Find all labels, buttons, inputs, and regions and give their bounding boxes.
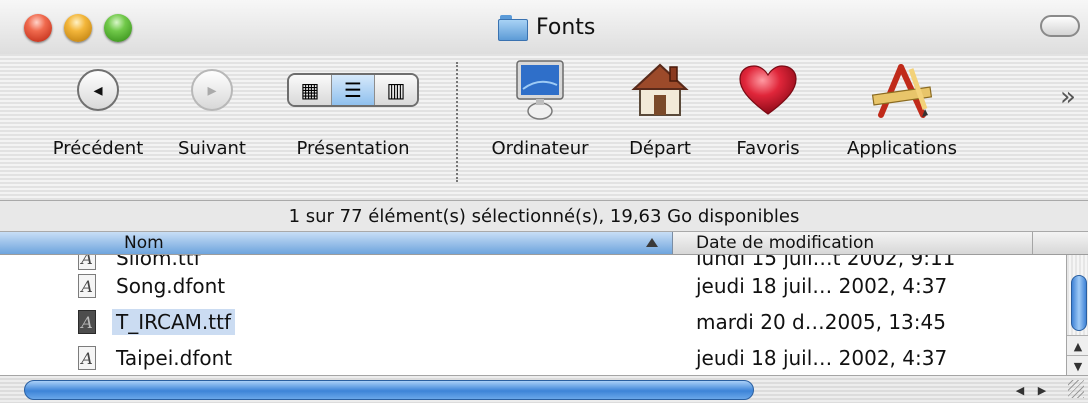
scroll-left-arrow-icon[interactable]: ◀ <box>1010 380 1030 400</box>
file-date: jeudi 18 juil… 2002, 4:37 <box>696 274 948 298</box>
toolbar: ◂ Précédent ▸ Suivant ▦ ☰ ▥ Présentation <box>0 54 1088 200</box>
toolbar-label-favorites: Favoris <box>736 138 800 159</box>
status-bar: 1 sur 77 élément(s) sélectionné(s), 19,6… <box>0 200 1088 232</box>
applications-icon <box>871 64 933 118</box>
vertical-scrollbar[interactable]: ▲ ▼ <box>1066 255 1088 376</box>
toolbar-label-applications: Applications <box>847 138 957 159</box>
column-header-date[interactable]: Date de modification <box>696 232 874 254</box>
resize-grip-icon[interactable] <box>1068 380 1084 398</box>
view-mode-segmented-control[interactable]: ▦ ☰ ▥ <box>287 73 419 107</box>
file-date: mardi 20 d…2005, 13:45 <box>696 310 946 334</box>
toolbar-item-computer[interactable]: Ordinateur <box>478 54 602 159</box>
font-file-dark-icon: A <box>78 310 96 334</box>
computer-icon <box>516 60 564 120</box>
back-label: Précédent <box>52 138 144 159</box>
home-icon <box>631 63 689 116</box>
forward-label: Suivant <box>178 138 246 159</box>
horizontal-scroll-thumb[interactable] <box>24 380 754 400</box>
folder-icon <box>498 14 528 41</box>
title-bar[interactable]: Fonts <box>0 0 1088 54</box>
horizontal-scrollbar[interactable]: ◀ ▶ <box>0 375 1088 403</box>
scroll-right-arrow-icon[interactable]: ▶ <box>1032 380 1052 400</box>
scroll-down-arrow-icon[interactable]: ▼ <box>1067 355 1088 376</box>
font-file-icon: A <box>78 346 96 370</box>
toolbar-divider <box>456 62 458 182</box>
icon-view-icon[interactable]: ▦ <box>289 75 332 105</box>
file-name: Song.dfont <box>116 274 226 298</box>
column-separator[interactable] <box>1032 232 1033 254</box>
view-label: Présentation <box>296 138 410 159</box>
toolbar-item-favorites[interactable]: Favoris <box>722 54 814 159</box>
vertical-scroll-thumb[interactable] <box>1071 275 1087 331</box>
toolbar-toggle-button[interactable] <box>1040 15 1080 37</box>
heart-icon <box>739 65 797 115</box>
font-file-icon: A <box>78 255 96 270</box>
back-arrow-icon[interactable]: ◂ <box>77 69 119 111</box>
column-header-name[interactable]: Nom <box>0 232 673 254</box>
list-item-selected[interactable]: A T_IRCAM.ttf mardi 20 d…2005, 13:45 <box>0 305 1066 339</box>
column-view-icon[interactable]: ▥ <box>375 75 417 105</box>
file-date: jeudi 18 juil… 2002, 4:37 <box>696 346 948 370</box>
minimize-button[interactable] <box>64 14 92 42</box>
list-header: Nom Date de modification <box>0 232 1088 255</box>
view-tool: ▦ ☰ ▥ Présentation <box>278 54 428 159</box>
sort-ascending-icon <box>646 238 658 247</box>
file-name: Taipei.dfont <box>116 346 233 370</box>
forward-arrow-icon[interactable]: ▸ <box>191 69 233 111</box>
toolbar-item-applications[interactable]: Applications <box>826 54 978 159</box>
toolbar-label-computer: Ordinateur <box>491 138 589 159</box>
status-text: 1 sur 77 élément(s) sélectionné(s), 19,6… <box>288 205 800 227</box>
file-name: T_IRCAM.ttf <box>112 309 235 335</box>
back-tool[interactable]: ◂ Précédent <box>44 54 152 159</box>
column-header-name-label: Nom <box>124 233 164 253</box>
toolbar-overflow-icon[interactable]: » <box>1060 82 1076 112</box>
toolbar-label-home: Départ <box>629 138 691 159</box>
zoom-button[interactable] <box>104 14 132 42</box>
file-list: A Silom.ttf lundi 15 juil…t 2002, 9:11 A… <box>0 255 1066 375</box>
font-file-icon: A <box>78 274 96 298</box>
window-title: Fonts <box>536 14 596 40</box>
toolbar-item-home[interactable]: Départ <box>618 54 702 159</box>
close-button[interactable] <box>24 14 52 42</box>
list-view-icon[interactable]: ☰ <box>332 75 375 105</box>
scroll-up-arrow-icon[interactable]: ▲ <box>1067 335 1088 356</box>
window-title-group: Fonts <box>498 12 595 42</box>
finder-window: Fonts ◂ Précédent ▸ Suivant ▦ ☰ ▥ Présen… <box>0 0 1088 403</box>
list-item[interactable]: A Taipei.dfont jeudi 18 juil… 2002, 4:37 <box>0 341 1066 375</box>
forward-tool[interactable]: ▸ Suivant <box>160 54 264 159</box>
list-item[interactable]: A Song.dfont jeudi 18 juil… 2002, 4:37 <box>0 269 1066 303</box>
